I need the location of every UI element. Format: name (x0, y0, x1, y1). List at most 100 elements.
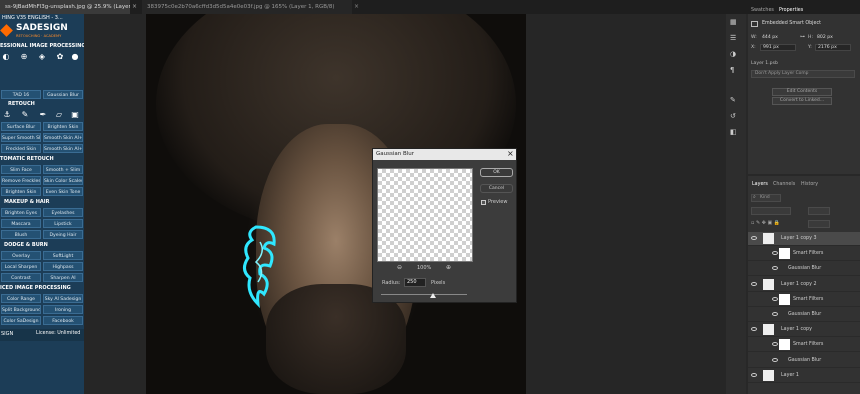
close-icon[interactable]: × (354, 3, 359, 10)
smooth-skin-ai-plus-plus-button[interactable]: Smooth Skin AI+++ (43, 144, 83, 153)
eye-icon[interactable] (751, 327, 757, 332)
radius-slider-thumb[interactable] (429, 293, 436, 298)
ironing-button[interactable]: Ironing (43, 305, 83, 314)
adjustments-icon[interactable]: ◑ (730, 50, 736, 58)
brighten-skin-auto-button[interactable]: Brighten Skin (1, 187, 41, 196)
radius-slider-track[interactable] (381, 294, 467, 295)
convert-to-linked-button[interactable]: Convert to Linked... (772, 97, 832, 105)
preview-checkbox[interactable] (481, 200, 486, 205)
link-icon[interactable]: ⊶ (800, 34, 805, 40)
globe-icon[interactable]: ⊕ (19, 52, 29, 62)
tab-channels[interactable]: Channels (773, 182, 795, 187)
layer-comp-select[interactable]: Don't Apply Layer Comp (751, 70, 855, 78)
smart-filters-row[interactable]: Smart Filters (748, 338, 860, 353)
eye-icon[interactable] (772, 357, 778, 362)
brush-icon[interactable]: ✎ (730, 96, 736, 104)
height-value[interactable]: 802 px (817, 35, 833, 40)
preview-window[interactable] (377, 168, 473, 262)
eye-icon[interactable] (751, 372, 757, 377)
slim-face-button[interactable]: Slim Face (1, 165, 41, 174)
surface-blur-button[interactable]: Surface Blur (1, 122, 41, 131)
image-icon[interactable]: ▣ (70, 110, 80, 120)
eye-icon[interactable] (751, 281, 757, 286)
search-icon[interactable]: ⌕ (753, 194, 756, 200)
color-range-button[interactable]: Color Range (1, 294, 41, 303)
y-value[interactable]: 2176 px (815, 44, 851, 51)
tab-document-2[interactable]: 383975c0e2b70a6cffd3d5d5a4e0e03f.jpg @ 1… (142, 0, 352, 14)
lipstick-button[interactable]: Lipstick (43, 219, 83, 228)
smart-filters-row[interactable]: Smart Filters (748, 247, 860, 262)
shield-icon[interactable]: ◈ (37, 52, 47, 62)
fill-field[interactable] (808, 220, 830, 228)
remove-freckles-button[interactable]: Remove Freckles (1, 176, 41, 185)
zoom-out-icon[interactable]: ⊖ (397, 264, 402, 271)
layer-row[interactable]: Layer 1 copy 3 (748, 232, 860, 246)
width-value[interactable]: 444 px (762, 35, 778, 40)
eye-icon[interactable] (772, 342, 778, 347)
filter-effect-row[interactable]: Gaussian Blur (748, 308, 860, 322)
user-icon[interactable]: ● (70, 52, 80, 62)
pen-icon[interactable]: ✒ (38, 110, 48, 120)
cancel-button[interactable]: Cancel (480, 184, 513, 193)
history-icon[interactable]: ↺ (730, 112, 736, 120)
tad-button[interactable]: TAD 16 (1, 90, 41, 99)
highpass-button[interactable]: Highpass (43, 262, 83, 271)
close-icon[interactable]: × (132, 3, 137, 10)
layer-row[interactable]: Layer 1 copy (748, 323, 860, 338)
tab-properties[interactable]: Properties (779, 8, 803, 13)
softlight-button[interactable]: SoftLight (43, 251, 83, 260)
brush-icon[interactable]: ✎ (20, 110, 30, 120)
properties-icon[interactable]: ☰ (730, 34, 736, 42)
lock-icons[interactable]: ▫ ✎ ✥ ▣ 🔒 (751, 220, 780, 226)
eyelashes-button[interactable]: Eyelashes (43, 208, 83, 217)
stamp-icon[interactable]: ⚓ (2, 110, 12, 120)
even-skin-tone-button[interactable]: Even Skin Tone (43, 187, 83, 196)
tab-swatches[interactable]: Swatches (751, 8, 774, 13)
layer-row[interactable]: Layer 1 copy 2 (748, 278, 860, 292)
tab-history[interactable]: History (801, 182, 818, 187)
dyeing-hair-button[interactable]: Dyeing Hair (43, 230, 83, 239)
blend-mode-select[interactable] (751, 207, 791, 215)
filter-effect-row[interactable]: Gaussian Blur (748, 354, 860, 368)
close-icon[interactable]: × (507, 149, 514, 158)
eye-icon[interactable] (772, 251, 778, 256)
blush-button[interactable]: Blush (1, 230, 41, 239)
contrast-button[interactable]: Contrast (1, 273, 41, 282)
circle-icon[interactable]: ◐ (1, 52, 11, 62)
x-value[interactable]: 991 px (760, 44, 796, 51)
sky-ai-button[interactable]: Sky AI Sadesign (43, 294, 83, 303)
freckled-skin-button[interactable]: Freckled Skin (1, 144, 41, 153)
sharpen-ai-button[interactable]: Sharpen AI (43, 273, 83, 282)
paragraph-icon[interactable]: ¶ (730, 66, 734, 74)
brighten-eyes-button[interactable]: Brighten Eyes (1, 208, 41, 217)
smooth-slim-button[interactable]: Smooth + Slim (43, 165, 83, 174)
gaussian-blur-button[interactable]: Gaussian Blur (43, 90, 83, 99)
local-sharpen-button[interactable]: Local Sharpen (1, 262, 41, 271)
eraser-icon[interactable]: ▱ (54, 110, 64, 120)
overlay-button[interactable]: Overlay (1, 251, 41, 260)
filter-effect-row[interactable]: Gaussian Blur (748, 262, 860, 277)
smart-filters-row[interactable]: Smart Filters (748, 293, 860, 307)
layer-row[interactable]: Layer 1 (748, 369, 860, 383)
ok-button[interactable]: OK (480, 168, 513, 177)
edit-contents-button[interactable]: Edit Contents (772, 88, 832, 96)
tab-document-1[interactable]: ss-9jBadMhFl3g-unsplash.jpg @ 25.9% (Lay… (0, 0, 130, 14)
mascara-button[interactable]: Mascara (1, 219, 41, 228)
opacity-field[interactable] (808, 207, 830, 215)
eye-icon[interactable] (751, 236, 757, 240)
facebook-button[interactable]: Facebook (43, 316, 83, 325)
super-smooth-skin-button[interactable]: Super Smooth Skin (1, 133, 41, 142)
eye-icon[interactable] (772, 266, 778, 271)
color-icon[interactable]: ◧ (730, 128, 737, 136)
smooth-skin-ai-plus-button[interactable]: Smooth Skin AI++ (43, 133, 83, 142)
swatches-icon[interactable]: ▦ (730, 18, 737, 26)
flower-icon[interactable]: ✿ (55, 52, 65, 62)
brighten-skin-button[interactable]: Brighten Skin (43, 122, 83, 131)
zoom-in-icon[interactable]: ⊕ (446, 264, 451, 271)
color-sadesign-button[interactable]: Color SaDesign (1, 316, 41, 325)
radius-input[interactable]: 250 (404, 278, 426, 287)
eye-icon[interactable] (772, 312, 778, 316)
skin-color-scales-button[interactable]: Skin Color Scales (43, 176, 83, 185)
split-background-button[interactable]: Split Background (1, 305, 41, 314)
tab-layers[interactable]: Layers (752, 182, 768, 187)
